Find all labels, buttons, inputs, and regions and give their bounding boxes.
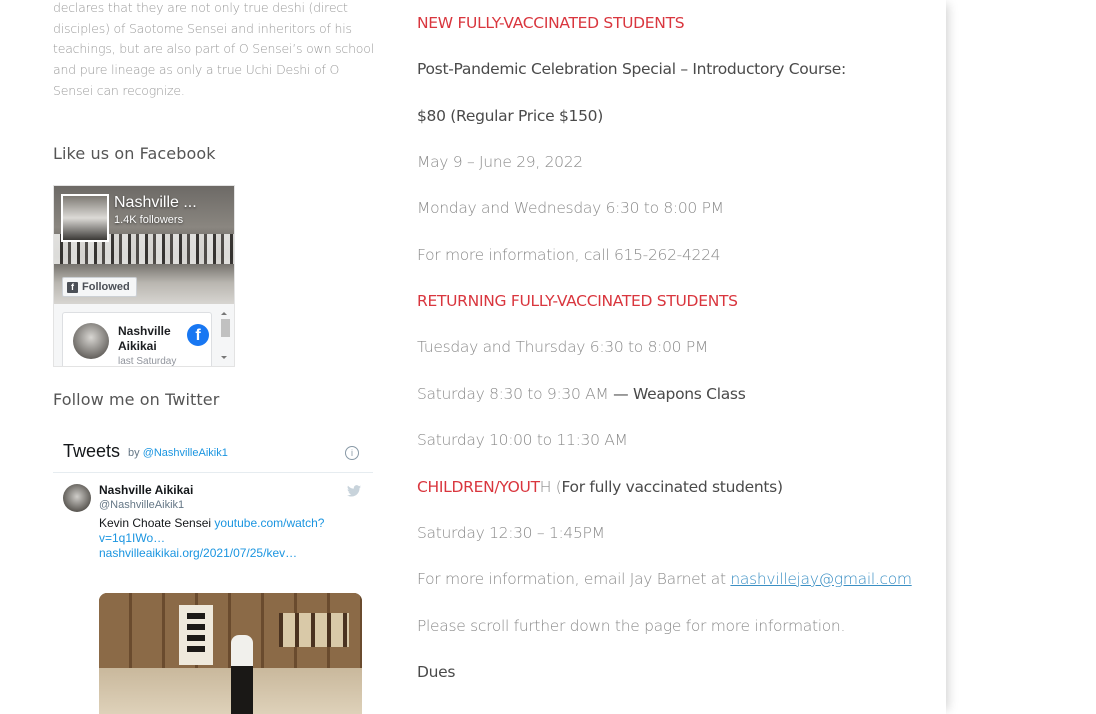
email-link[interactable]: nashvillejay@gmail.com xyxy=(730,570,912,588)
calligraphy-scroll xyxy=(179,605,213,665)
twitter-bird-icon[interactable] xyxy=(347,485,361,497)
sidebar-intro-text: declares that they are not only true des… xyxy=(53,0,374,98)
scrollbar-thumb[interactable] xyxy=(221,319,230,337)
facebook-f-icon: f xyxy=(67,281,78,293)
twitter-widget-title: Follow me on Twitter xyxy=(53,390,220,409)
tweets-by-handle-link[interactable]: @NashvilleAikik1 xyxy=(143,447,228,459)
facebook-scrollbar[interactable] xyxy=(218,306,232,364)
scroll-up-arrow-icon[interactable] xyxy=(221,312,227,315)
tweet-author-name[interactable]: Nashville Aikikai xyxy=(99,483,193,497)
tweet-site-link[interactable]: nashvilleaikikai.org/2021/07/25/kev… xyxy=(99,546,297,560)
tweet-media-image[interactable] xyxy=(99,593,362,714)
twitter-timeline-widget[interactable]: Tweets by @NashvilleAikik1 i Nashville A… xyxy=(53,430,373,714)
saturday-late-schedule: Saturday 10:00 to 11:30 AM xyxy=(417,431,628,449)
aikido-practitioner-figure xyxy=(231,635,253,714)
children-heading-tail: H ( xyxy=(539,478,562,496)
facebook-followed-button[interactable]: f Followed xyxy=(62,277,137,297)
followed-label: Followed xyxy=(82,281,130,293)
facebook-page-name[interactable]: Nashville ... xyxy=(114,194,197,212)
twitter-timeline-header: Tweets by @NashvilleAikik1 i xyxy=(53,430,373,473)
facebook-post-time[interactable]: last Saturday xyxy=(118,356,176,366)
saturday-weapons-time: Saturday 8:30 to 9:30 AM xyxy=(417,385,609,403)
facebook-post-author[interactable]: Nashville Aikikai xyxy=(118,324,176,354)
info-icon[interactable]: i xyxy=(345,446,359,460)
price-text: $80 (Regular Price $150) xyxy=(417,107,603,125)
children-heading: CHILDREN/YOUT xyxy=(417,478,540,496)
tweets-title: Tweets xyxy=(63,441,121,461)
weapons-class-label: Weapons Class xyxy=(632,385,746,403)
call-info-text: For more information, call 615-262-4224 xyxy=(417,246,721,264)
children-schedule: Saturday 12:30 – 1:45PM xyxy=(417,524,605,542)
new-students-schedule: Monday and Wednesday 6:30 to 8:00 PM xyxy=(417,199,724,217)
facebook-post-avatar[interactable] xyxy=(73,323,109,359)
tweet-author-avatar[interactable] xyxy=(63,484,91,512)
tweets-by-prefix: by xyxy=(128,447,140,459)
facebook-followers-count: 1.4K followers xyxy=(114,214,184,226)
facebook-page-widget[interactable]: Nashville ... 1.4K followers f Followed … xyxy=(53,185,235,367)
scroll-down-arrow-icon[interactable] xyxy=(221,356,227,359)
tweet-text-prefix: Kevin Choate Sensei xyxy=(99,516,212,530)
saturday-weapons-line: Saturday 8:30 to 9:30 AM — Weapons Class xyxy=(417,385,746,403)
email-info-line: For more information, email Jay Barnet a… xyxy=(417,570,912,588)
facebook-logo-icon: f xyxy=(187,324,209,346)
tweet-author-handle[interactable]: @NashvilleAikik1 xyxy=(99,499,184,511)
dojo-shelf xyxy=(279,613,349,647)
returning-weekday-schedule: Tuesday and Thursday 6:30 to 8:00 PM xyxy=(417,338,708,356)
weapons-dash: — xyxy=(608,385,633,403)
tweet-text: Kevin Choate Sensei youtube.com/watch?v=… xyxy=(99,516,349,561)
children-note: For fully vaccinated students) xyxy=(561,478,783,496)
returning-students-heading: RETURNING FULLY-VACCINATED STUDENTS xyxy=(417,292,738,310)
facebook-cover-photo[interactable]: Nashville ... 1.4K followers f Followed xyxy=(54,186,234,304)
email-info-prefix: For more information, email Jay Barnet a… xyxy=(417,570,731,588)
new-students-heading: NEW FULLY-VACCINATED STUDENTS xyxy=(417,14,685,32)
scroll-note: Please scroll further down the page for … xyxy=(417,617,846,635)
children-heading-line: CHILDREN/YOUTH (For fully vaccinated stu… xyxy=(417,478,783,496)
special-offer-text: Post-Pandemic Celebration Special – Intr… xyxy=(417,60,846,78)
dues-heading: Dues xyxy=(417,663,456,681)
facebook-post-card[interactable]: Nashville Aikikai last Saturday f xyxy=(62,312,212,366)
tweets-by-label: by @NashvilleAikik1 xyxy=(128,447,228,459)
facebook-page-thumbnail[interactable] xyxy=(61,194,109,242)
course-dates: May 9 – June 29, 2022 xyxy=(417,153,583,171)
facebook-widget-title: Like us on Facebook xyxy=(53,144,216,163)
